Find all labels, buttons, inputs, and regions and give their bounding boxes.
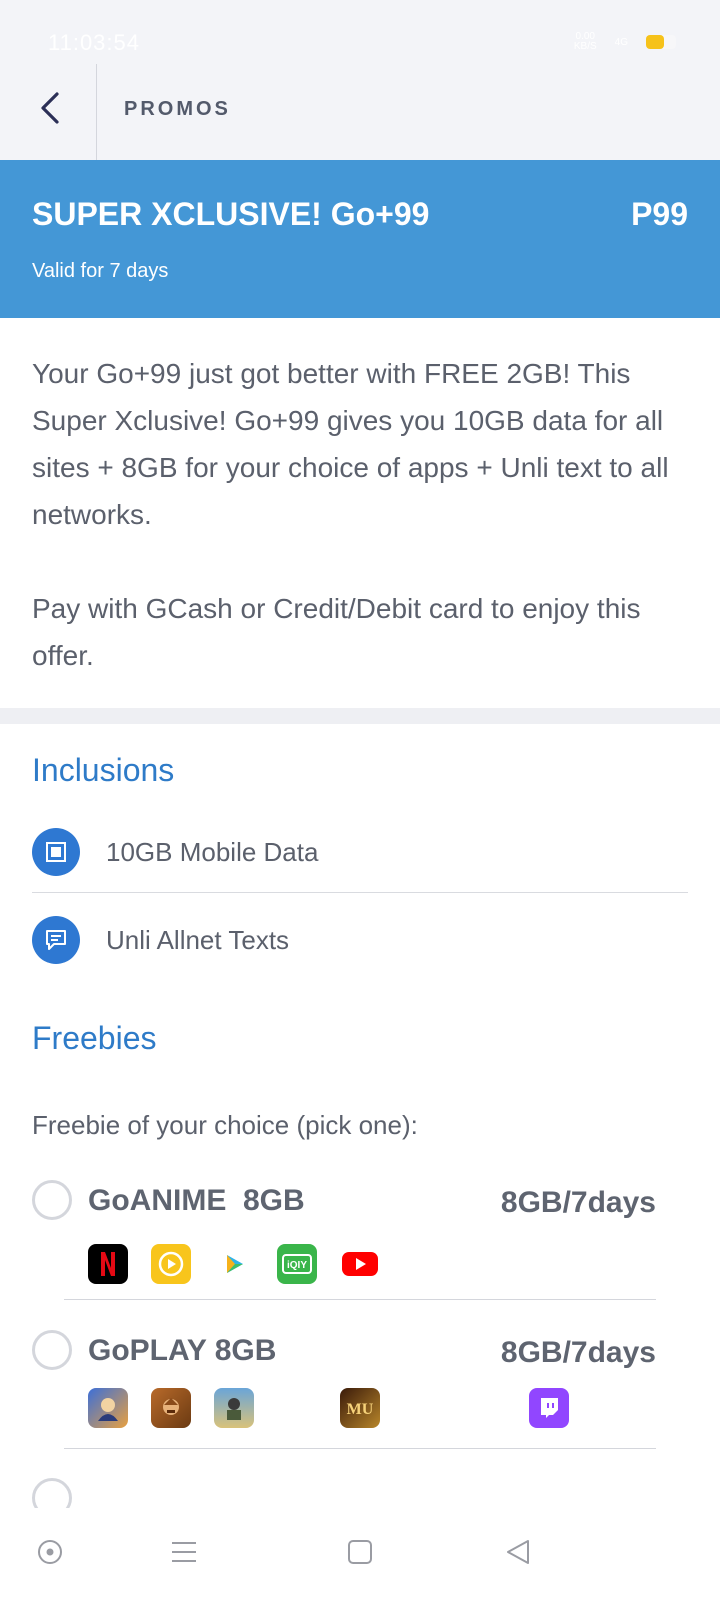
radio-button[interactable] (32, 1330, 72, 1370)
network-speed-unit: KB/S (573, 41, 597, 52)
freebies-title: Freebies (32, 1020, 157, 1056)
clash-of-clans-icon (151, 1388, 191, 1428)
page-title: PROMOS (124, 98, 231, 120)
option-size: 8GB/7days (500, 1336, 656, 1369)
system-nav-bar (0, 1508, 720, 1600)
pubg-icon (214, 1388, 254, 1428)
section-separator (0, 708, 720, 724)
freebie-note: Freebie of your choice (pick one): (32, 1110, 418, 1140)
freebie-option-goplay[interactable]: GoPLAY 8GB 8GB/7days MU (32, 1330, 656, 1480)
signal-icon: 4G (614, 36, 628, 48)
back-button[interactable] (26, 86, 74, 134)
back-triangle-icon (504, 1538, 532, 1571)
iqiyi-icon: iQIY (277, 1244, 317, 1284)
description-paragraph: Your Go+99 just got better with FREE 2GB… (32, 358, 669, 530)
assistant-button[interactable] (28, 1532, 72, 1576)
app-icons: iQIY (88, 1244, 648, 1284)
mobile-legends-icon (88, 1388, 128, 1428)
mu-origin-icon: MU (340, 1388, 380, 1428)
status-icons: 0.00 KB/S 4G (574, 32, 676, 52)
header-divider (96, 64, 97, 160)
wetv-icon (214, 1244, 254, 1284)
battery-icon (646, 35, 676, 49)
nav-back-button[interactable] (496, 1532, 540, 1576)
promo-description: Your Go+99 just got better with FREE 2GB… (32, 350, 692, 679)
viu-icon (151, 1244, 191, 1284)
inclusion-label: 10GB Mobile Data (106, 836, 319, 867)
chevron-left-icon (37, 91, 63, 130)
inclusion-item: Unli Allnet Texts (32, 900, 688, 980)
app-icons: MU (88, 1388, 648, 1428)
description-paragraph: Pay with GCash or Credit/Debit card to e… (32, 593, 641, 671)
option-divider (64, 1448, 656, 1449)
menu-button[interactable] (162, 1532, 206, 1576)
network-speed: 0.00 KB/S (574, 32, 597, 52)
assistant-icon (36, 1538, 64, 1571)
inclusion-label: Unli Allnet Texts (106, 924, 290, 955)
message-icon (32, 916, 80, 964)
app-header: PROMOS (0, 64, 720, 160)
promo-validity: Valid for 7 days (32, 260, 169, 282)
promo-title: SUPER XCLUSIVE! Go+99 (32, 196, 430, 232)
option-name: GoANIME 8GB (88, 1184, 305, 1217)
promo-price: P99 (631, 196, 688, 232)
menu-icon (170, 1540, 198, 1569)
inclusion-divider (32, 892, 688, 893)
youtube-icon (340, 1244, 380, 1284)
freebie-option-goanime[interactable]: GoANIME 8GB 8GB/7days iQIY (32, 1180, 656, 1330)
inclusions-title: Inclusions (32, 752, 175, 788)
twitch-icon (529, 1388, 569, 1428)
svg-text:iQIY: iQIY (287, 1260, 307, 1271)
status-bar: 11:03:54 0.00 KB/S 4G (0, 0, 720, 64)
inclusion-item: 10GB Mobile Data (32, 812, 688, 892)
option-size: 8GB/7days (500, 1186, 656, 1219)
mobile-data-icon (32, 828, 80, 876)
status-time: 11:03:54 (48, 30, 141, 55)
netflix-icon (88, 1244, 128, 1284)
option-divider (64, 1299, 656, 1300)
svg-text:MU: MU (347, 1401, 374, 1418)
promo-banner: SUPER XCLUSIVE! Go+99 P99 Valid for 7 da… (0, 160, 720, 318)
home-square-icon (347, 1539, 373, 1570)
option-name: GoPLAY 8GB (88, 1334, 277, 1367)
radio-button[interactable] (32, 1180, 72, 1220)
home-button[interactable] (338, 1532, 382, 1576)
